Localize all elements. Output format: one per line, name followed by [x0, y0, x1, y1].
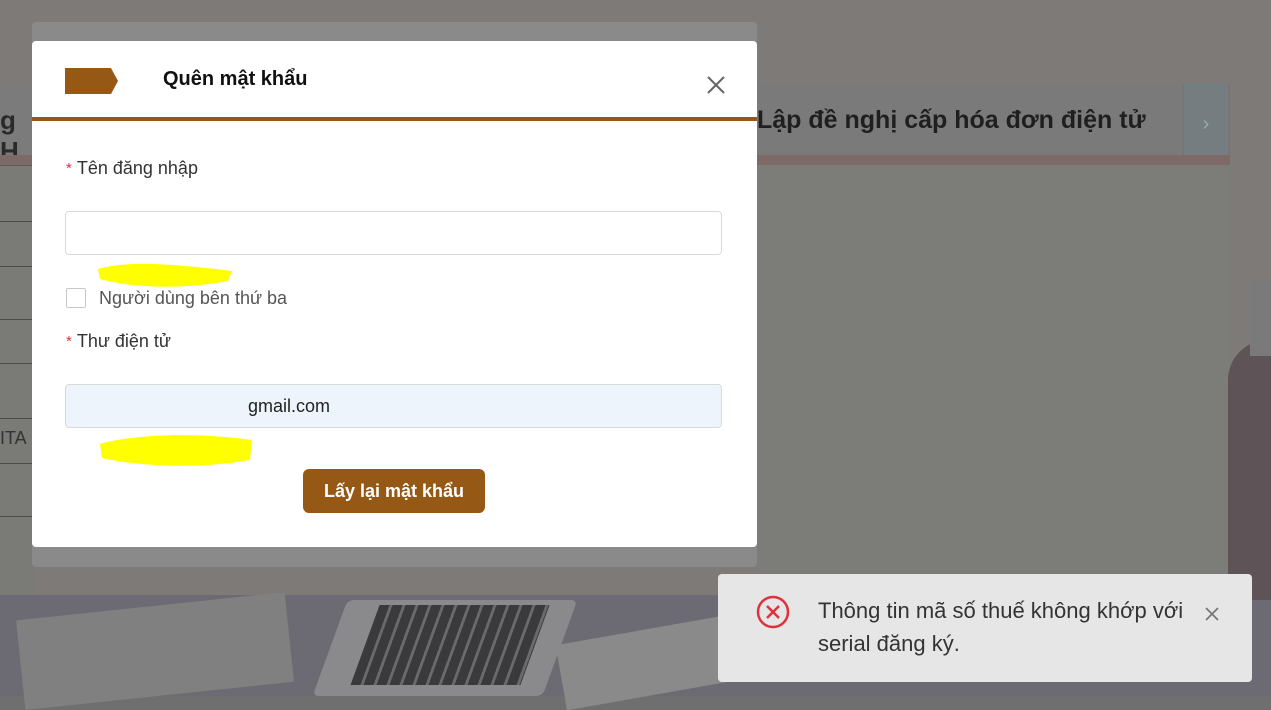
background-left-table: ITA — [0, 165, 35, 596]
background-map-image — [757, 165, 1230, 595]
required-asterisk: * — [66, 160, 72, 177]
email-label-text: Thư điện tử — [76, 331, 171, 351]
username-label: * Tên đăng nhập — [66, 158, 198, 179]
background-tab-invoice-request[interactable]: Lập đề nghị cấp hóa đơn điện tử — [757, 83, 1182, 155]
tab-next-arrow-icon[interactable]: › — [1184, 83, 1228, 155]
username-label-text: Tên đăng nhập — [76, 158, 198, 178]
redaction-highlight — [100, 435, 252, 466]
background-decoration — [1228, 340, 1271, 600]
required-asterisk: * — [66, 333, 72, 350]
email-input[interactable]: gmail.com — [65, 384, 722, 428]
redaction-highlight — [98, 263, 232, 287]
username-input[interactable] — [65, 211, 722, 255]
third-party-checkbox[interactable] — [66, 288, 86, 308]
side-widget-tab[interactable] — [1250, 278, 1271, 356]
close-icon[interactable] — [704, 73, 728, 97]
background-tab-invoice-request-label: Lập đề nghị cấp hóa đơn điện tử — [757, 106, 1146, 134]
email-value: gmail.com — [248, 396, 331, 416]
third-party-checkbox-label[interactable]: Người dùng bên thứ ba — [99, 288, 287, 309]
error-circle-icon — [755, 594, 791, 630]
close-icon[interactable] — [1202, 604, 1222, 624]
background-left-table-text: ITA — [0, 428, 27, 448]
modal-title: Quên mật khẩu — [163, 68, 308, 90]
toast-message: Thông tin mã số thuế không khớp với seri… — [818, 598, 1184, 656]
header-divider — [32, 117, 757, 121]
email-label: * Thư điện tử — [66, 331, 171, 352]
modal-header: Quên mật khẩu — [32, 41, 757, 117]
background-tab-left[interactable]: g H — [0, 83, 35, 166]
forgot-password-modal: Quên mật khẩu * Tên đăng nhập Người dùng … — [32, 41, 757, 547]
error-toast: Thông tin mã số thuế không khớp với seri… — [718, 574, 1252, 682]
background-keyboard-illustration — [350, 605, 550, 685]
recover-password-button[interactable]: Lấy lại mật khẩu — [303, 469, 485, 513]
